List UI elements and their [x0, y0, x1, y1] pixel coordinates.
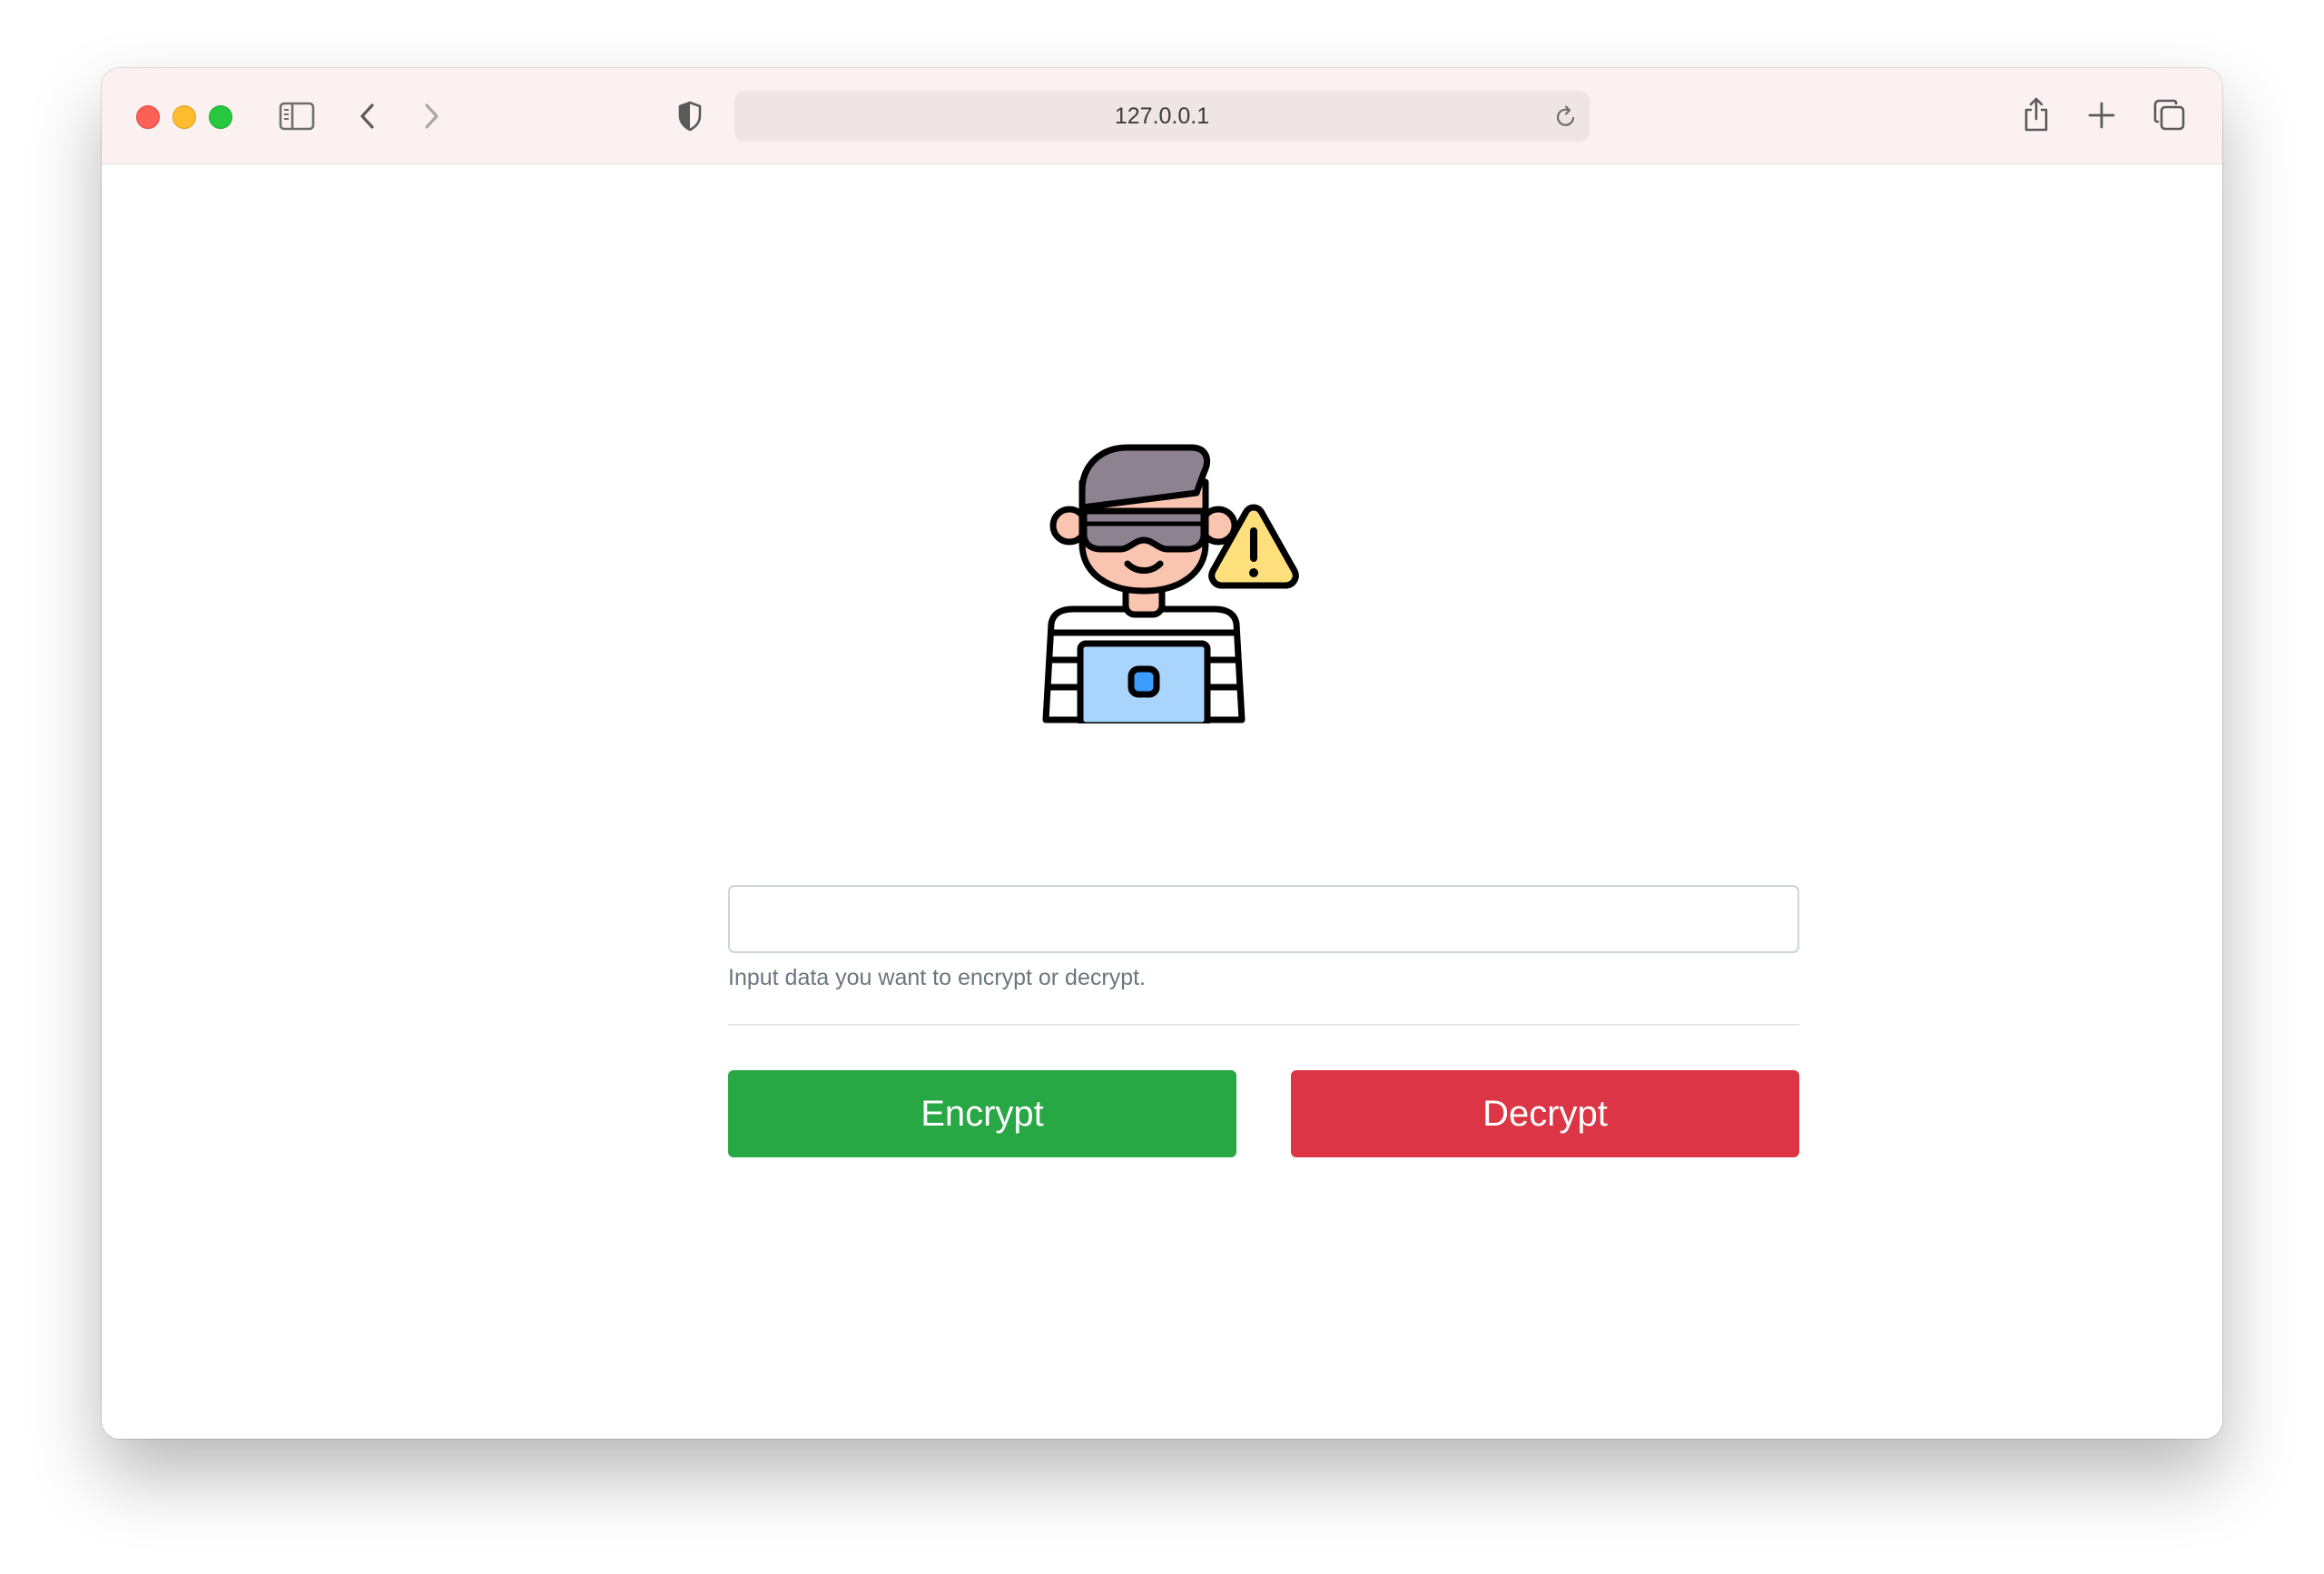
encrypt-button[interactable]: Encrypt — [728, 1070, 1236, 1157]
minimize-window-button[interactable] — [172, 105, 196, 129]
shield-icon[interactable] — [675, 99, 704, 133]
share-icon[interactable] — [2021, 93, 2052, 135]
address-bar[interactable]: 127.0.0.1 — [734, 91, 1590, 142]
tab-overview-icon[interactable] — [2152, 97, 2188, 133]
plus-icon[interactable] — [2086, 99, 2117, 132]
close-window-button[interactable] — [136, 105, 160, 129]
data-input[interactable] — [728, 885, 1799, 953]
browser-window: 127.0.0.1 Input data you want to encrypt… — [102, 68, 2222, 1439]
url-text: 127.0.0.1 — [1114, 103, 1210, 129]
zoom-window-button[interactable] — [209, 105, 232, 129]
sidebar-icon[interactable] — [278, 99, 316, 133]
hacker-illustration — [1026, 437, 1309, 729]
reload-icon[interactable] — [1553, 103, 1579, 129]
chevron-right-icon[interactable] — [418, 99, 445, 133]
browser-toolbar: 127.0.0.1 — [102, 68, 2222, 164]
input-helper-text: Input data you want to encrypt or decryp… — [728, 965, 1146, 990]
chevron-left-icon[interactable] — [354, 99, 381, 133]
decrypt-button[interactable]: Decrypt — [1291, 1070, 1799, 1157]
page-content: Input data you want to encrypt or decryp… — [102, 164, 2222, 1439]
divider — [728, 1024, 1799, 1026]
